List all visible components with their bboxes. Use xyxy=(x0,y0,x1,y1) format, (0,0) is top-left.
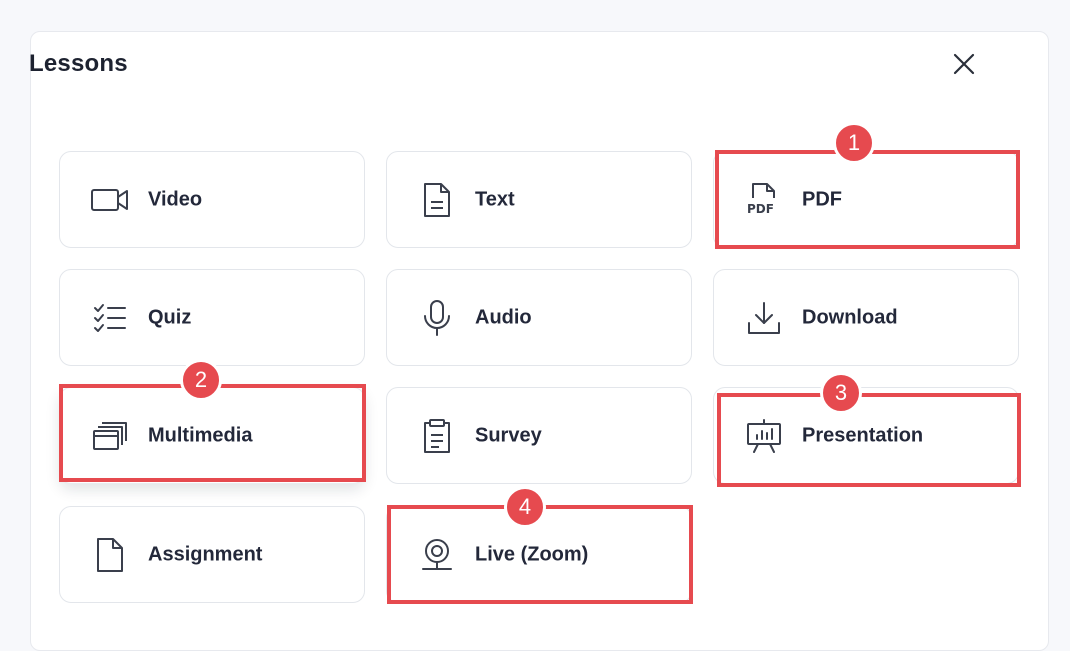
lesson-card-label: Assignment xyxy=(148,543,263,565)
lesson-card-label: Download xyxy=(802,306,898,328)
highlight-box-multimedia xyxy=(59,384,366,482)
lesson-card-label: Text xyxy=(475,188,515,210)
clipboard-icon xyxy=(417,416,457,456)
lesson-card-survey[interactable]: Survey xyxy=(386,387,692,484)
highlight-box-presentation xyxy=(717,393,1021,487)
lesson-card-label: Video xyxy=(148,188,203,210)
close-icon xyxy=(953,53,975,75)
annotation-badge-4: 4 xyxy=(504,486,546,528)
lesson-card-label: Survey xyxy=(475,424,542,446)
lesson-card-label: Quiz xyxy=(148,306,192,328)
lesson-card-audio[interactable]: Audio xyxy=(386,269,692,366)
annotation-badge-3: 3 xyxy=(820,372,862,414)
lesson-card-label: Audio xyxy=(475,306,532,328)
annotation-badge-2: 2 xyxy=(180,359,222,401)
video-camera-icon xyxy=(90,180,130,220)
blank-file-icon xyxy=(90,535,130,575)
lesson-card-video[interactable]: Video xyxy=(59,151,365,248)
lesson-card-quiz[interactable]: Quiz xyxy=(59,269,365,366)
lesson-card-download[interactable]: Download xyxy=(713,269,1019,366)
close-button[interactable] xyxy=(950,50,978,78)
modal-title: Lessons xyxy=(29,50,128,77)
highlight-box-pdf xyxy=(715,150,1020,249)
microphone-icon xyxy=(417,298,457,338)
annotation-badge-1: 1 xyxy=(833,122,875,164)
download-icon xyxy=(744,298,784,338)
lesson-card-assignment[interactable]: Assignment xyxy=(59,506,365,603)
lesson-card-text[interactable]: Text xyxy=(386,151,692,248)
checklist-icon xyxy=(90,298,130,338)
text-document-icon xyxy=(417,180,457,220)
